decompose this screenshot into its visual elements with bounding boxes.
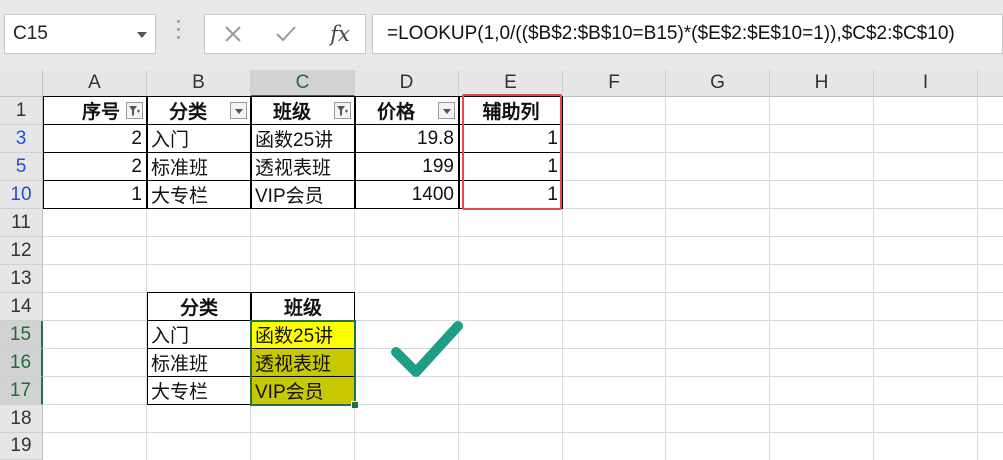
lookup-header-class[interactable]: 班级	[251, 292, 355, 321]
drag-handle-icon[interactable]	[177, 20, 181, 48]
row-header-18[interactable]: 18	[0, 405, 43, 433]
name-box-value: C15	[13, 23, 48, 44]
cell-d3[interactable]: 19.8	[355, 124, 459, 153]
name-box[interactable]: C15	[4, 14, 156, 54]
header-label: 序号	[81, 102, 120, 123]
spreadsheet-grid: A B C D E F G H I 1 3 5 10 11 12 13 14 1…	[0, 70, 1003, 460]
formula-input[interactable]: =LOOKUP(1,0/(($B$2:$B$10=B15)*($E$2:$E$1…	[372, 14, 1003, 54]
row-header-19[interactable]: 19	[0, 433, 43, 460]
header-cell-category[interactable]: 分类	[147, 96, 251, 125]
chevron-down-icon[interactable]	[137, 32, 147, 38]
formula-buttons: fx	[204, 14, 366, 54]
cell-c10[interactable]: VIP会员	[251, 180, 355, 209]
header-cell-class[interactable]: 班级	[251, 96, 355, 125]
header-label: 分类	[168, 102, 207, 123]
filter-active-icon[interactable]	[126, 102, 143, 119]
checkmark-icon	[391, 321, 463, 377]
row-header-1[interactable]: 1	[0, 97, 43, 125]
cell-d5[interactable]: 199	[355, 152, 459, 181]
header-cell-price[interactable]: 价格	[355, 96, 459, 125]
select-all-button[interactable]	[0, 70, 43, 97]
insert-function-button[interactable]: fx	[315, 15, 365, 53]
row-header-13[interactable]: 13	[0, 265, 43, 293]
row-header-14[interactable]: 14	[0, 293, 43, 321]
row-header-11[interactable]: 11	[0, 209, 43, 237]
cell-c3[interactable]: 函数25讲	[251, 124, 355, 153]
helper-column-highlight	[462, 94, 562, 210]
column-header-i[interactable]: I	[874, 70, 978, 97]
column-header-e[interactable]: E	[459, 70, 563, 97]
cell-b5[interactable]: 标准班	[147, 152, 251, 181]
row-header-10[interactable]: 10	[0, 181, 43, 209]
header-cell-seq[interactable]: 序号	[43, 96, 147, 125]
row-header-12[interactable]: 12	[0, 237, 43, 265]
row-header-3[interactable]: 3	[0, 125, 43, 153]
column-header-h[interactable]: H	[770, 70, 874, 97]
row-header-5[interactable]: 5	[0, 153, 43, 181]
cell-b16[interactable]: 标准班	[147, 348, 251, 377]
column-header-c[interactable]: C	[251, 70, 355, 97]
column-header-a[interactable]: A	[43, 70, 147, 97]
header-label: 班级	[272, 102, 311, 123]
column-header-f[interactable]: F	[563, 70, 666, 97]
cell-b10[interactable]: 大专栏	[147, 180, 251, 209]
cell-b17[interactable]: 大专栏	[147, 376, 251, 405]
cell-d10[interactable]: 1400	[355, 180, 459, 209]
lookup-header-category[interactable]: 分类	[147, 292, 251, 321]
cell-a3[interactable]: 2	[43, 124, 147, 153]
column-header-partial	[978, 70, 1003, 97]
formula-bar-area: C15 fx =LOOKUP(1,0/(($B$2:$B$10=B15)*($E…	[0, 0, 1003, 70]
cell-b3[interactable]: 入门	[147, 124, 251, 153]
row-header-16[interactable]: 16	[0, 349, 43, 377]
close-icon[interactable]	[208, 15, 258, 53]
filter-dropdown-icon[interactable]	[438, 102, 455, 119]
check-icon[interactable]	[261, 15, 311, 53]
column-header-g[interactable]: G	[666, 70, 770, 97]
formula-text: =LOOKUP(1,0/(($B$2:$B$10=B15)*($E$2:$E$1…	[387, 23, 955, 44]
cell-c5[interactable]: 透视表班	[251, 152, 355, 181]
row-header-15[interactable]: 15	[0, 321, 43, 349]
filter-active-icon[interactable]	[334, 102, 351, 119]
cell-a10[interactable]: 1	[43, 180, 147, 209]
row-header-17[interactable]: 17	[0, 377, 43, 405]
active-selection	[250, 320, 356, 406]
column-header-d[interactable]: D	[355, 70, 459, 97]
filter-dropdown-icon[interactable]	[230, 102, 247, 119]
cell-b15[interactable]: 入门	[147, 320, 251, 349]
fill-handle[interactable]	[351, 401, 359, 409]
cell-a5[interactable]: 2	[43, 152, 147, 181]
header-label: 价格	[376, 102, 415, 123]
column-header-b[interactable]: B	[147, 70, 251, 97]
